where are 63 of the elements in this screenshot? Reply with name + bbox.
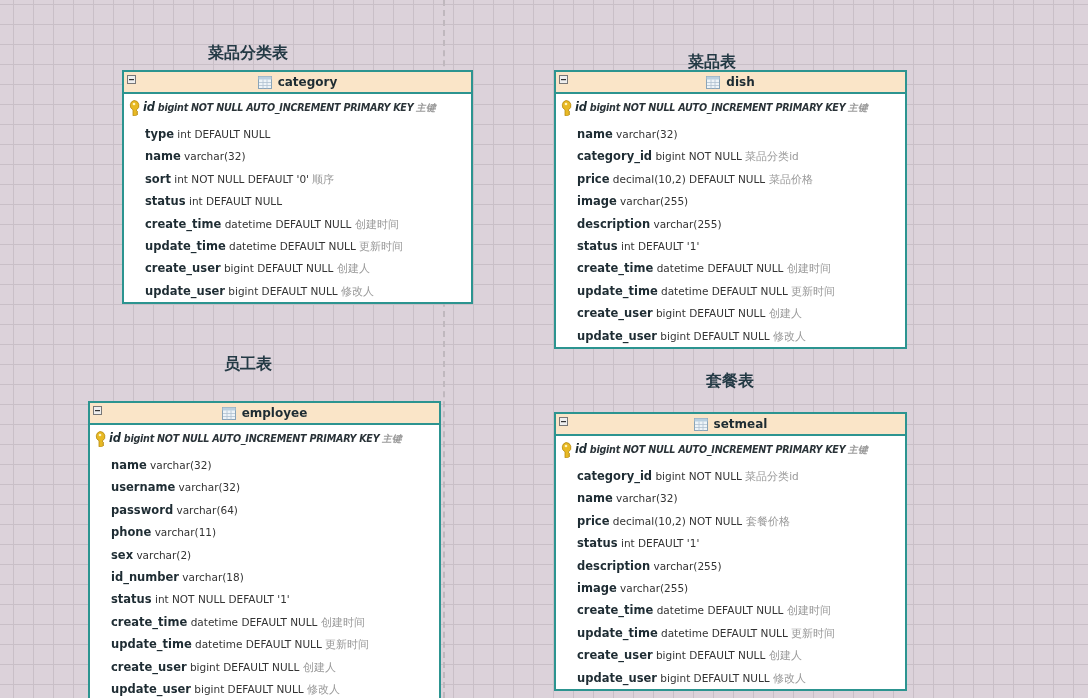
key-icon bbox=[128, 100, 140, 116]
table-name: category bbox=[277, 75, 338, 89]
column-definition: update_time datetime DEFAULT NULL 更新时间 bbox=[576, 624, 837, 643]
column-definition: price decimal(10,2) DEFAULT NULL 菜品价格 bbox=[576, 170, 814, 188]
column-definition: description varchar(255) bbox=[576, 557, 723, 575]
column-definition: category_id bigint NOT NULL 菜品分类id bbox=[576, 468, 800, 486]
column-definition: name varchar(32) bbox=[576, 126, 679, 143]
table-caption: 菜品分类表 bbox=[208, 42, 288, 64]
column-definition: update_user bigint DEFAULT NULL 修改人 bbox=[110, 680, 341, 698]
table-icon bbox=[221, 406, 236, 420]
collapse-toggle-icon[interactable] bbox=[127, 75, 136, 84]
column-definition: update_user bigint DEFAULT NULL 修改人 bbox=[144, 282, 375, 301]
column-definition: sex varchar(2) bbox=[110, 546, 193, 564]
collapse-toggle-icon[interactable] bbox=[559, 417, 568, 426]
column-definition: sort int NOT NULL DEFAULT '0' 顺序 bbox=[144, 170, 336, 188]
column-definition: id bigint NOT NULL AUTO_INCREMENT PRIMARY KEY 主键 bbox=[575, 99, 868, 117]
column-definition: username varchar(32) bbox=[110, 479, 242, 497]
column-definition: password varchar(64) bbox=[110, 501, 239, 519]
column-definition: name varchar(32) bbox=[144, 148, 247, 166]
table-icon bbox=[706, 75, 721, 89]
column-definition: create_user bigint DEFAULT NULL 创建人 bbox=[110, 658, 337, 677]
column-definition: id_number varchar(18) bbox=[110, 568, 245, 587]
column-definition: id bigint NOT NULL AUTO_INCREMENT PRIMARY KEY 主键 bbox=[575, 441, 868, 459]
key-icon bbox=[94, 431, 106, 447]
column-definition: create_time datetime DEFAULT NULL 创建时间 bbox=[144, 215, 400, 234]
column-definition: create_user bigint DEFAULT NULL 创建人 bbox=[576, 647, 803, 665]
table-icon bbox=[693, 417, 708, 431]
column-definition: create_time datetime DEFAULT NULL 创建时间 bbox=[576, 602, 832, 620]
column-definition: status int NOT NULL DEFAULT '1' bbox=[110, 591, 291, 609]
column-definition: name varchar(32) bbox=[576, 490, 679, 508]
table-name: setmeal bbox=[713, 417, 768, 431]
column-definition: update_user bigint DEFAULT NULL 修改人 bbox=[576, 327, 807, 346]
column-definition: image varchar(255) bbox=[576, 193, 690, 211]
column-definition: id bigint NOT NULL AUTO_INCREMENT PRIMARY KEY 主键 bbox=[143, 99, 436, 117]
table-name: dish bbox=[726, 75, 755, 89]
key-icon bbox=[560, 442, 572, 458]
column-definition: update_time datetime DEFAULT NULL 更新时间 bbox=[576, 282, 837, 301]
column-definition: description varchar(255) bbox=[576, 215, 723, 233]
column-definition: type int DEFAULT NULL bbox=[144, 126, 272, 143]
table-icon bbox=[257, 75, 272, 89]
column-definition: update_user bigint DEFAULT NULL 修改人 bbox=[576, 669, 807, 688]
table-caption: 套餐表 bbox=[706, 370, 754, 392]
column-definition: create_user bigint DEFAULT NULL 创建人 bbox=[144, 260, 371, 278]
column-definition: status int DEFAULT NULL bbox=[144, 193, 284, 211]
column-definition: id bigint NOT NULL AUTO_INCREMENT PRIMARY KEY 主键 bbox=[109, 430, 402, 448]
table-caption: 员工表 bbox=[224, 353, 272, 375]
collapse-toggle-icon[interactable] bbox=[93, 406, 102, 415]
table-name: employee bbox=[241, 406, 308, 420]
column-definition: update_time datetime DEFAULT NULL 更新时间 bbox=[110, 636, 371, 654]
column-definition: update_time datetime DEFAULT NULL 更新时间 bbox=[144, 237, 405, 256]
column-definition: name varchar(32) bbox=[110, 457, 213, 474]
column-definition: status int DEFAULT '1' bbox=[576, 535, 701, 553]
column-definition: status int DEFAULT '1' bbox=[576, 237, 701, 255]
column-definition: create_time datetime DEFAULT NULL 创建时间 bbox=[110, 613, 366, 632]
key-icon bbox=[560, 100, 572, 116]
column-definition: phone varchar(11) bbox=[110, 524, 218, 542]
table-caption: 菜品表 bbox=[688, 51, 736, 73]
column-definition: create_user bigint DEFAULT NULL 创建人 bbox=[576, 305, 803, 323]
collapse-toggle-icon[interactable] bbox=[559, 75, 568, 84]
column-definition: create_time datetime DEFAULT NULL 创建时间 bbox=[576, 260, 832, 278]
column-definition: category_id bigint NOT NULL 菜品分类id bbox=[576, 148, 800, 166]
column-definition: price decimal(10,2) NOT NULL 套餐价格 bbox=[576, 512, 791, 530]
column-definition: image varchar(255) bbox=[576, 579, 690, 597]
